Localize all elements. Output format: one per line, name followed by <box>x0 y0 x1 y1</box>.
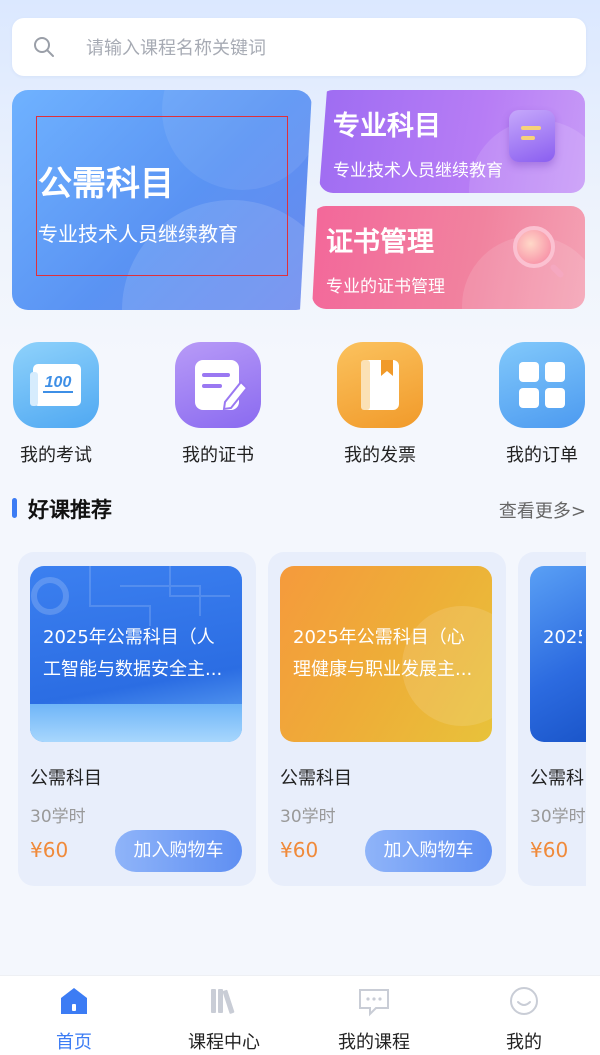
entry-label: 我的考试 <box>20 445 92 466</box>
tab-label: 我的课程 <box>338 1032 410 1053</box>
course-hours: 30学时 <box>530 807 586 827</box>
add-to-cart-button[interactable]: 加入购物车 <box>115 830 242 872</box>
course-thumbnail-title: 2025年公需科目（新质生产力... <box>543 627 582 648</box>
course-thumbnail-title: 2025年公需科目（心理健康与职业发展主... <box>293 627 473 680</box>
thumbnail-shelf <box>30 704 242 742</box>
course-category: 公需科目 <box>30 768 102 789</box>
course-card[interactable]: 2025年公需科目（人工智能与数据安全主... 公需科目 30学时 ¥60 加入… <box>18 552 256 886</box>
document-icon <box>509 110 555 162</box>
bottom-tab-bar: 首页 课程中心 我的课程 我的 <box>0 975 600 1055</box>
certificate-management-subtitle: 专业的证书管理 <box>326 277 445 297</box>
course-thumbnail: 2025年公需科目（心理健康与职业发展主... <box>280 566 492 742</box>
exam-icon: 100 <box>13 342 99 428</box>
home-icon <box>61 988 87 1014</box>
course-thumbnail: 2025年公需科目（新质生产力... <box>530 566 586 742</box>
entry-label: 我的证书 <box>182 445 254 466</box>
course-card[interactable]: 2025年公需科目（新质生产力... 公需科目 30学时 ¥60 <box>518 552 586 886</box>
search-bar[interactable]: 请输入课程名称关键词 <box>12 18 586 76</box>
entry-label: 我的发票 <box>344 445 416 466</box>
add-to-cart-button[interactable]: 加入购物车 <box>365 830 492 872</box>
course-price: ¥60 <box>280 838 319 862</box>
section-accent-bar <box>12 498 17 518</box>
search-placeholder: 请输入课程名称关键词 <box>86 38 266 59</box>
tab-label: 我的 <box>506 1032 542 1053</box>
search-icon <box>34 37 54 57</box>
see-more-link[interactable]: 查看更多> <box>499 497 586 523</box>
tab-home[interactable]: 首页 <box>14 984 134 1054</box>
professional-subjects-card[interactable]: 专业科目 专业技术人员继续教育 <box>319 90 585 193</box>
course-thumbnail: 2025年公需科目（人工智能与数据安全主... <box>30 566 242 742</box>
tab-label: 课程中心 <box>188 1032 260 1053</box>
course-hours: 30学时 <box>30 807 86 827</box>
public-subjects-card[interactable]: 公需科目 专业技术人员继续教育 <box>12 90 312 310</box>
tab-mine[interactable]: 我的 <box>464 984 584 1054</box>
entry-my-orders[interactable]: 我的订单 <box>482 342 600 467</box>
entry-my-invoices[interactable]: 我的发票 <box>320 342 440 467</box>
entry-my-exams[interactable]: 100 我的考试 <box>0 342 116 467</box>
certificate-icon <box>175 342 261 428</box>
course-category: 公需科目 <box>530 768 586 789</box>
professional-subjects-title: 专业科目 <box>333 111 441 142</box>
tab-my-courses[interactable]: 我的课程 <box>314 984 434 1054</box>
tab-label: 首页 <box>56 1032 92 1053</box>
magnifier-icon <box>513 226 555 268</box>
highlight-outline <box>36 116 288 276</box>
certificate-management-card[interactable]: 证书管理 专业的证书管理 <box>312 206 585 309</box>
entry-my-certificates[interactable]: 我的证书 <box>158 342 278 467</box>
invoice-icon <box>337 342 423 428</box>
chat-icon <box>359 989 389 1017</box>
books-icon <box>211 989 235 1014</box>
course-card[interactable]: 2025年公需科目（心理健康与职业发展主... 公需科目 30学时 ¥60 加入… <box>268 552 506 886</box>
smile-icon <box>510 987 538 1015</box>
course-price: ¥60 <box>530 838 569 862</box>
course-thumbnail-title: 2025年公需科目（人工智能与数据安全主... <box>43 627 223 680</box>
course-category: 公需科目 <box>280 768 352 789</box>
entry-label: 我的订单 <box>506 445 578 466</box>
exam-score-badge: 100 <box>45 374 72 391</box>
course-price: ¥60 <box>30 838 69 862</box>
course-hours: 30学时 <box>280 807 336 827</box>
tab-course-center[interactable]: 课程中心 <box>164 984 284 1054</box>
certificate-management-title: 证书管理 <box>326 227 434 258</box>
section-title: 好课推荐 <box>28 498 112 522</box>
professional-subjects-subtitle: 专业技术人员继续教育 <box>333 161 503 181</box>
order-grid-icon <box>499 342 585 428</box>
